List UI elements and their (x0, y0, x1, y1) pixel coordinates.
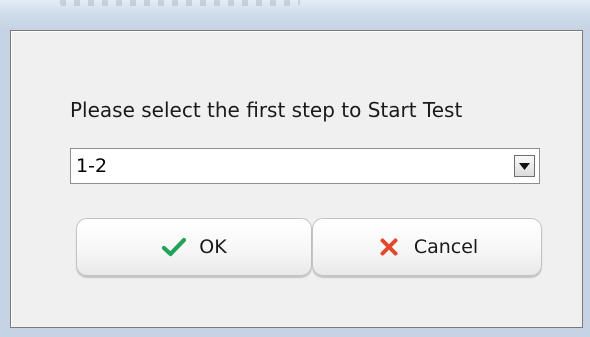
screen: Please select the first step to Start Te… (0, 0, 590, 337)
check-icon (161, 234, 187, 260)
ok-button[interactable]: OK (76, 218, 312, 276)
dropdown-selected-value: 1-2 (76, 155, 108, 177)
first-step-dropdown[interactable]: 1-2 (70, 148, 540, 184)
dropdown-arrow-button[interactable] (514, 155, 535, 177)
window-title-remnant (60, 0, 300, 6)
x-icon (376, 234, 402, 260)
cancel-button[interactable]: Cancel (312, 218, 542, 276)
prompt-label: Please select the first step to Start Te… (70, 98, 463, 122)
cancel-button-label: Cancel (413, 236, 479, 258)
start-test-dialog: Please select the first step to Start Te… (10, 30, 583, 328)
ok-button-label: OK (199, 236, 227, 258)
chevron-down-icon (519, 162, 530, 170)
